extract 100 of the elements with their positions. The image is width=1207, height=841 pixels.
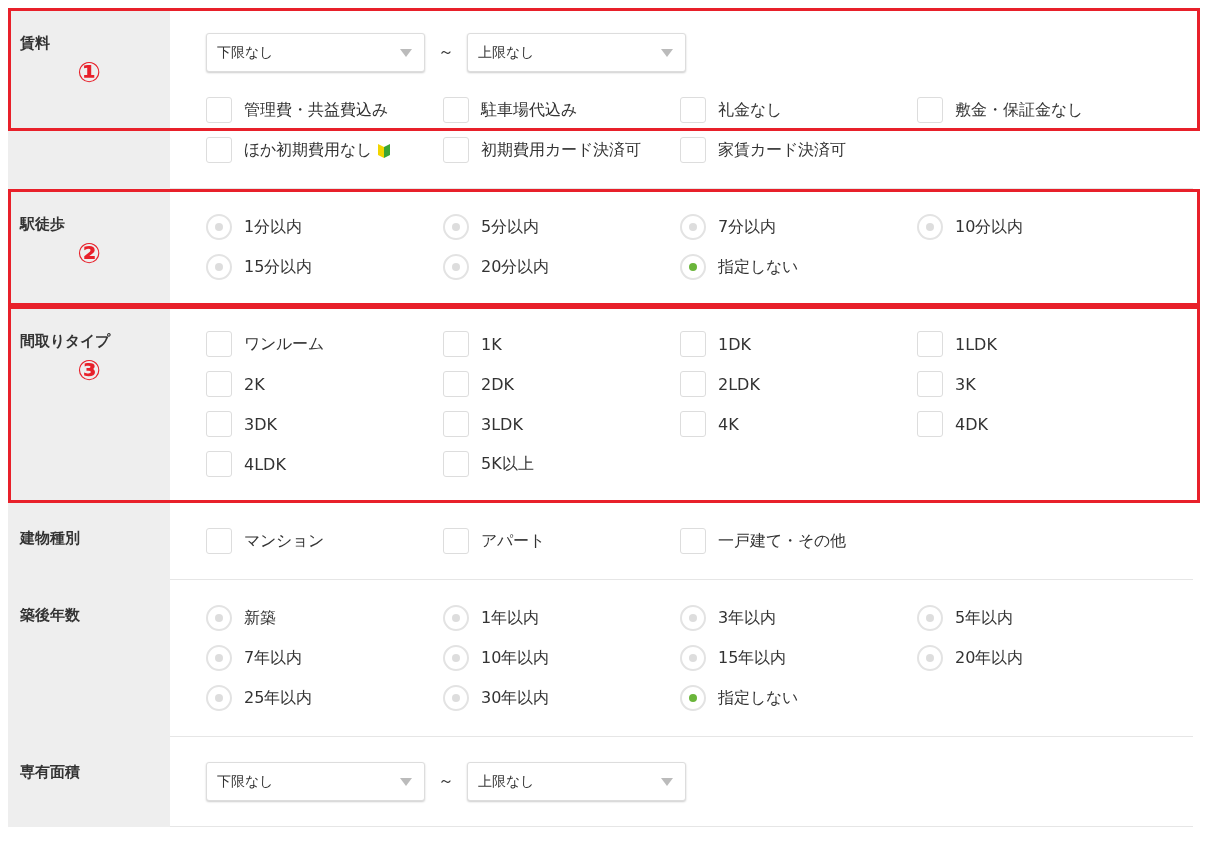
radio-button[interactable] — [206, 605, 232, 631]
radio-button[interactable] — [206, 685, 232, 711]
option-label: 25年以内 — [244, 687, 313, 709]
checkbox[interactable] — [206, 411, 232, 437]
option-label: 5K以上 — [481, 453, 534, 475]
checkbox[interactable] — [206, 331, 232, 357]
lower-limit-dropdown[interactable]: 下限なし — [206, 33, 425, 72]
option-label: 駐車場代込み — [481, 99, 577, 121]
radio-button[interactable] — [917, 645, 943, 671]
radio-button[interactable] — [680, 254, 706, 280]
checkbox[interactable] — [443, 411, 469, 437]
checkbox[interactable] — [680, 331, 706, 357]
option-label: 4DK — [955, 414, 988, 434]
section-label: 専有面積 — [20, 763, 81, 782]
section-label: 間取りタイプ — [20, 332, 112, 351]
option-label: 3LDK — [481, 414, 523, 434]
checkbox[interactable] — [917, 331, 943, 357]
radio-button[interactable] — [443, 605, 469, 631]
option-label: 礼金なし — [718, 99, 782, 121]
option-label: 3K — [955, 374, 976, 394]
radio-button[interactable] — [206, 254, 232, 280]
radio-button[interactable] — [680, 605, 706, 631]
section-label: 賃料 — [20, 34, 51, 53]
lower-limit-dropdown[interactable]: 下限なし — [206, 762, 425, 801]
option-label: 2K — [244, 374, 265, 394]
checkbox[interactable] — [680, 528, 706, 554]
checkbox[interactable] — [443, 528, 469, 554]
upper-limit-dropdown[interactable]: 上限なし — [467, 33, 686, 72]
option-label: ほか初期費用なし — [244, 139, 372, 161]
option-label: 指定しない — [718, 687, 798, 709]
checkbox[interactable] — [917, 97, 943, 123]
checkbox[interactable] — [443, 331, 469, 357]
option-label: 1年以内 — [481, 607, 540, 629]
checkbox[interactable] — [206, 137, 232, 163]
checkbox[interactable] — [443, 137, 469, 163]
radio-button[interactable] — [443, 685, 469, 711]
checkbox[interactable] — [917, 371, 943, 397]
range-separator: ～ — [438, 771, 454, 792]
caret-icon — [400, 48, 412, 57]
radio-button[interactable] — [443, 645, 469, 671]
checkbox[interactable] — [680, 137, 706, 163]
option-label: 20年以内 — [955, 647, 1024, 669]
range-separator: ～ — [438, 42, 454, 63]
option-label: 一戸建て・その他 — [718, 530, 846, 552]
checkbox[interactable] — [443, 97, 469, 123]
checkbox[interactable] — [206, 451, 232, 477]
option-label: 1LDK — [955, 334, 997, 354]
option-label: 30年以内 — [481, 687, 550, 709]
radio-button[interactable] — [680, 645, 706, 671]
option-label: 3年以内 — [718, 607, 777, 629]
annotation-number: ③ — [77, 357, 101, 385]
option-label: 1DK — [718, 334, 751, 354]
radio-button[interactable] — [443, 214, 469, 240]
radio-button[interactable] — [206, 214, 232, 240]
option-label: 2DK — [481, 374, 514, 394]
option-label: 1分以内 — [244, 216, 303, 238]
option-label: 10年以内 — [481, 647, 550, 669]
checkbox[interactable] — [917, 411, 943, 437]
option-label: 3DK — [244, 414, 277, 434]
option-label: 15年以内 — [718, 647, 787, 669]
upper-limit-dropdown[interactable]: 上限なし — [467, 762, 686, 801]
radio-button[interactable] — [680, 685, 706, 711]
option-label: 10分以内 — [955, 216, 1024, 238]
option-label: 2LDK — [718, 374, 760, 394]
option-label: 1K — [481, 334, 502, 354]
radio-button[interactable] — [680, 214, 706, 240]
section-label: 建物種別 — [20, 529, 81, 548]
option-label: 5年以内 — [955, 607, 1014, 629]
checkbox[interactable] — [206, 528, 232, 554]
option-label: 新築 — [244, 607, 276, 629]
section-label: 築後年数 — [20, 606, 81, 625]
checkbox[interactable] — [443, 451, 469, 477]
radio-button[interactable] — [206, 645, 232, 671]
option-label: 5分以内 — [481, 216, 540, 238]
option-label: 管理費・共益費込み — [244, 99, 388, 121]
option-label: ワンルーム — [244, 333, 324, 355]
annotation-number: ① — [77, 59, 101, 87]
option-label: 4LDK — [244, 454, 286, 474]
option-label: 初期費用カード決済可 — [481, 139, 641, 161]
caret-icon — [661, 48, 673, 57]
option-label: アパート — [481, 530, 545, 552]
option-label: 敷金・保証金なし — [955, 99, 1083, 121]
option-label: 20分以内 — [481, 256, 550, 278]
checkbox[interactable] — [680, 371, 706, 397]
annotation-number: ② — [77, 240, 101, 268]
radio-button[interactable] — [917, 605, 943, 631]
option-label: 指定しない — [718, 256, 798, 278]
option-label: 15分以内 — [244, 256, 313, 278]
checkbox[interactable] — [443, 371, 469, 397]
checkbox[interactable] — [206, 97, 232, 123]
checkbox[interactable] — [680, 411, 706, 437]
caret-icon — [400, 777, 412, 786]
option-label: 7分以内 — [718, 216, 777, 238]
caret-icon — [661, 777, 673, 786]
radio-button[interactable] — [443, 254, 469, 280]
section-label: 駅徒歩 — [20, 215, 66, 234]
checkbox[interactable] — [680, 97, 706, 123]
option-label: 7年以内 — [244, 647, 303, 669]
radio-button[interactable] — [917, 214, 943, 240]
checkbox[interactable] — [206, 371, 232, 397]
